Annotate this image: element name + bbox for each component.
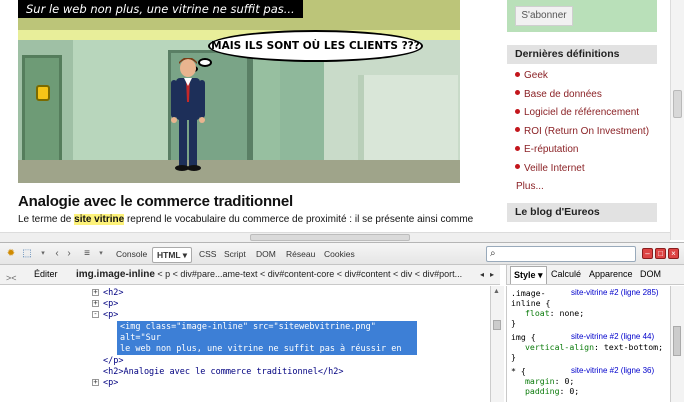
- firebug-panel: ✹ ⬚ ▾ ‹ › ≡ ▾ Console HTML ▾ CSS Script …: [0, 242, 684, 402]
- tab-dom-side[interactable]: DOM: [640, 265, 661, 284]
- inspect-icon[interactable]: ⬚: [20, 247, 34, 261]
- webpage-viewport: Sur le web non plus, une vitrine ne suff…: [0, 0, 670, 232]
- hero-caption: Sur le web non plus, une vitrine ne suff…: [18, 0, 303, 18]
- nav-forward-icon[interactable]: ›: [62, 247, 76, 261]
- firebug-icon[interactable]: ✹: [4, 247, 18, 261]
- html-breadcrumb-bar: >< Éditer img.image-inline < p < div#par…: [0, 265, 500, 285]
- style-rules-panel: .image- site-vitrine #2 (ligne 285) inli…: [506, 286, 670, 402]
- definition-link[interactable]: E-réputation: [516, 144, 649, 163]
- side-panel-tabs: Style ▾ Calculé Apparence DOM: [506, 265, 684, 285]
- style-scrollbar[interactable]: [670, 286, 684, 402]
- edit-button[interactable]: Éditer: [34, 265, 58, 284]
- tab-layout[interactable]: Apparence: [589, 265, 633, 284]
- tab-console[interactable]: Console: [116, 247, 147, 262]
- tab-computed[interactable]: Calculé: [551, 265, 581, 284]
- rule-declaration[interactable]: margin: 0;: [525, 376, 574, 386]
- tab-html[interactable]: HTML ▾: [152, 247, 193, 263]
- rule-selector: inline {: [511, 298, 551, 308]
- rule-source-link[interactable]: site-vitrine #2 (ligne 285): [571, 288, 659, 298]
- breadcrumb-prev-icon[interactable]: ◂: [480, 265, 484, 284]
- definition-link[interactable]: ROI (Return On Investment): [516, 126, 649, 145]
- expand-icon: +: [92, 299, 99, 307]
- hero-illustration: Sur le web non plus, une vitrine ne suff…: [18, 0, 460, 183]
- shop-sign-icon: [36, 85, 50, 101]
- chevron-down-icon[interactable]: ▾: [36, 247, 50, 261]
- article-heading: Analogie avec le commerce traditionnel: [18, 193, 293, 210]
- tab-script[interactable]: Script: [224, 247, 246, 262]
- tree-scrollbar[interactable]: ▲: [490, 286, 504, 402]
- tab-cookies[interactable]: Cookies: [324, 247, 355, 262]
- tab-dom[interactable]: DOM: [256, 247, 276, 262]
- tree-node[interactable]: <h2>Analogie avec le commerce traditionn…: [103, 367, 344, 378]
- rule-declaration[interactable]: float: none;: [525, 308, 584, 318]
- subscribe-button[interactable]: S'abonner: [515, 6, 573, 26]
- rule-selector: img {: [511, 332, 536, 342]
- search-highlight: site vitrine: [74, 214, 125, 225]
- minimize-icon[interactable]: –: [642, 248, 653, 259]
- tree-node[interactable]: + <p>: [92, 299, 118, 310]
- definition-link[interactable]: Veille Internet: [516, 163, 649, 182]
- definition-link[interactable]: Geek: [516, 70, 649, 89]
- breadcrumb-next-icon[interactable]: ▸: [490, 265, 494, 284]
- tree-node[interactable]: + <h2>: [92, 288, 123, 299]
- article-paragraph: Le terme de site vitrine reprend le voca…: [18, 214, 474, 225]
- detach-icon[interactable]: □: [655, 248, 666, 259]
- close-icon[interactable]: ×: [668, 248, 679, 259]
- tree-node[interactable]: + <p>: [92, 378, 118, 389]
- blog-heading: Le blog d'Eureos: [507, 203, 657, 222]
- rule-selector: .image-: [511, 288, 546, 298]
- tree-node[interactable]: </p>: [103, 356, 123, 367]
- chevron-down-icon[interactable]: ▾: [94, 247, 108, 261]
- definition-link[interactable]: Logiciel de référencement: [516, 107, 649, 126]
- rule-declaration[interactable]: vertical-align: text-bottom;: [525, 342, 663, 352]
- expand-icon: +: [92, 288, 99, 296]
- speech-bubble: MAIS ILS SONT OÙ LES CLIENTS ???: [208, 30, 423, 62]
- selected-node[interactable]: <img class="image-inline" src="sitewebvi…: [117, 321, 417, 365]
- businessman-figure: [171, 58, 205, 171]
- toggle-icon[interactable]: ><: [6, 269, 17, 284]
- search-input[interactable]: ⌕: [486, 246, 636, 262]
- definition-link[interactable]: Base de données: [516, 89, 649, 108]
- tab-network[interactable]: Réseau: [286, 247, 315, 262]
- tree-node[interactable]: - <p>: [92, 310, 118, 321]
- definitions-list: Geek Base de données Logiciel de référen…: [516, 70, 649, 193]
- rule-selector: * {: [511, 366, 526, 376]
- rule-declaration[interactable]: padding: 0;: [525, 386, 579, 396]
- firebug-toolbar: ✹ ⬚ ▾ ‹ › ≡ ▾ Console HTML ▾ CSS Script …: [0, 242, 684, 265]
- collapse-icon: -: [92, 310, 99, 318]
- search-icon: ⌕: [490, 248, 496, 259]
- tab-style[interactable]: Style ▾: [510, 266, 547, 284]
- page-vertical-scrollbar[interactable]: [670, 0, 684, 240]
- html-tree: + <h2> + <p> - <p> <img class="image-inline…: [0, 286, 490, 402]
- rule-source-link[interactable]: site-vitrine #2 (ligne 36): [571, 366, 654, 376]
- definitions-heading: Dernières définitions: [507, 45, 657, 64]
- expand-icon: +: [92, 378, 99, 386]
- page-horizontal-scrollbar[interactable]: [0, 232, 670, 242]
- rule-source-link[interactable]: site-vitrine #2 (ligne 44): [571, 332, 654, 342]
- menu-icon[interactable]: ≡: [80, 247, 94, 261]
- tab-css[interactable]: CSS: [199, 247, 216, 262]
- breadcrumb[interactable]: img.image-inline < p < div#pare...ame-te…: [76, 265, 462, 284]
- more-definitions-link[interactable]: Plus...: [516, 181, 649, 193]
